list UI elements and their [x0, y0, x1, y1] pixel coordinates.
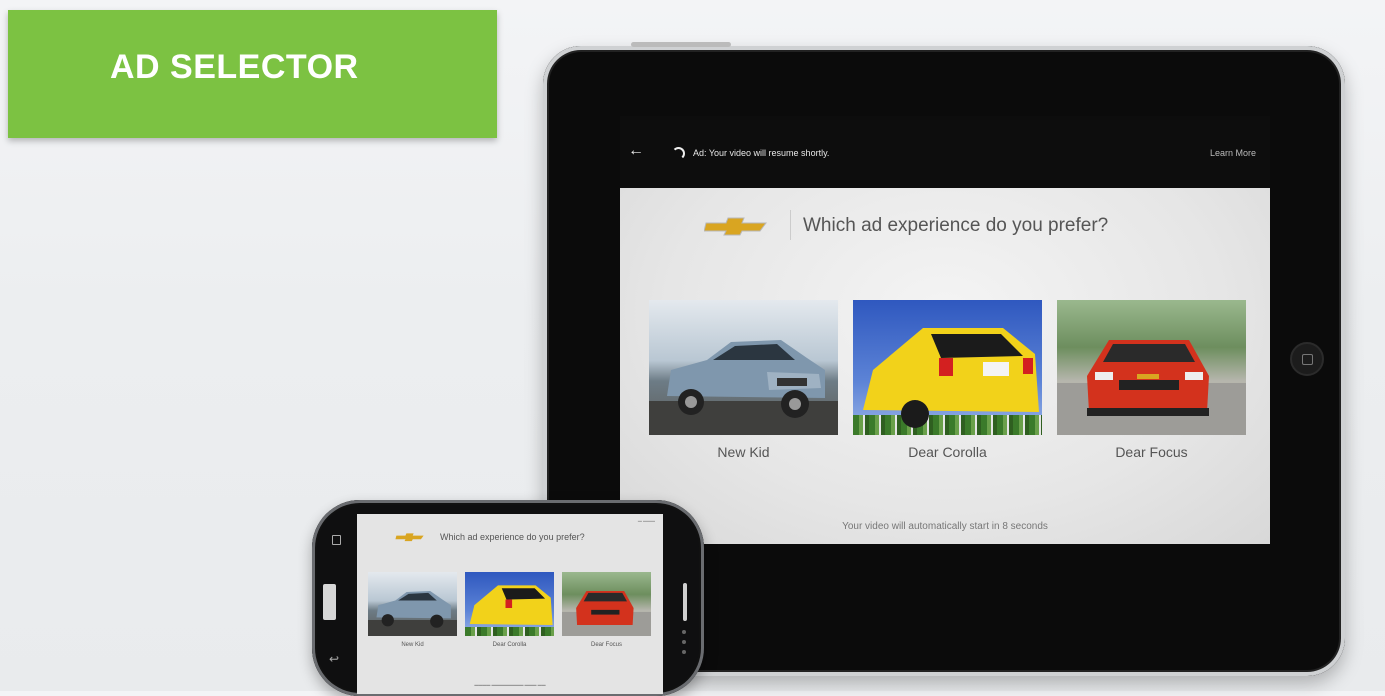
ad-option-label: New Kid [401, 642, 424, 648]
tablet-screen: ← Ad: Your video will resume shortly. Le… [620, 116, 1270, 600]
ad-option-label: Dear Corolla [908, 444, 987, 460]
back-arrow-icon[interactable]: ← [628, 142, 644, 160]
phone-side-button [683, 583, 687, 621]
home-button-icon[interactable] [1290, 342, 1324, 376]
ad-question: Which ad experience do you prefer? [440, 532, 585, 542]
ad-option-new-kid[interactable]: New Kid [649, 300, 838, 460]
banner-title: AD SELECTOR [110, 47, 359, 86]
ad-option-dear-focus[interactable]: Dear Focus [562, 572, 651, 648]
tablet-top-button [631, 42, 731, 47]
ad-option-dear-corolla[interactable]: Dear Corolla [465, 572, 554, 648]
header-divider [790, 210, 791, 240]
loading-spinner-icon [672, 147, 685, 160]
menu-icon[interactable] [332, 535, 341, 545]
back-icon[interactable]: ↩ [329, 652, 339, 666]
countdown-text: Your video will automatically start in 8… [842, 521, 1048, 532]
car-image-yellow-hatchback [465, 572, 554, 636]
ad-option-dear-focus[interactable]: Dear Focus [1057, 300, 1246, 460]
phone-device: ↩ ▬ ▬▬▬ Which ad experience do you prefe… [312, 500, 704, 696]
ad-option-label: Dear Corolla [492, 642, 527, 648]
car-image-red-volt [562, 572, 651, 636]
car-image-red-volt [1057, 300, 1246, 435]
car-image-silver-sedan [649, 300, 838, 435]
chevrolet-logo-icon [704, 217, 767, 236]
car-image-yellow-hatchback [853, 300, 1042, 435]
ad-option-new-kid[interactable]: New Kid [368, 572, 457, 648]
chevrolet-logo-icon [395, 533, 424, 542]
ad-option-label: Dear Focus [590, 642, 622, 648]
phone-sensors [682, 630, 686, 660]
countdown-text: ▬▬▬▬ ▬▬▬▬▬▬▬▬ ▬▬▬ ▬▬ [474, 682, 546, 687]
ad-status-text: Ad: Your video will resume shortly. [693, 148, 830, 158]
ad-selector-banner: AD SELECTOR [8, 10, 497, 138]
phone-screen: ▬ ▬▬▬ Which ad experience do you prefer?… [357, 514, 663, 694]
learn-more-link[interactable]: Learn More [1210, 148, 1256, 158]
ad-question: Which ad experience do you prefer? [803, 215, 1109, 236]
tablet-bottom-area [620, 544, 1270, 600]
ad-top-bar: ← Ad: Your video will resume shortly. Le… [620, 116, 1270, 188]
ad-option-dear-corolla[interactable]: Dear Corolla [853, 300, 1042, 460]
ad-selector-panel: Which ad experience do you prefer? New K… [620, 188, 1270, 544]
phone-top-links: ▬ ▬▬▬ [637, 518, 655, 523]
car-image-silver-sedan [368, 572, 457, 636]
ad-option-label: New Kid [717, 444, 770, 460]
phone-speaker [323, 584, 336, 620]
ad-option-label: Dear Focus [1115, 444, 1188, 460]
ad-options: New Kid Dear Corolla Dear Focus [649, 300, 1247, 470]
